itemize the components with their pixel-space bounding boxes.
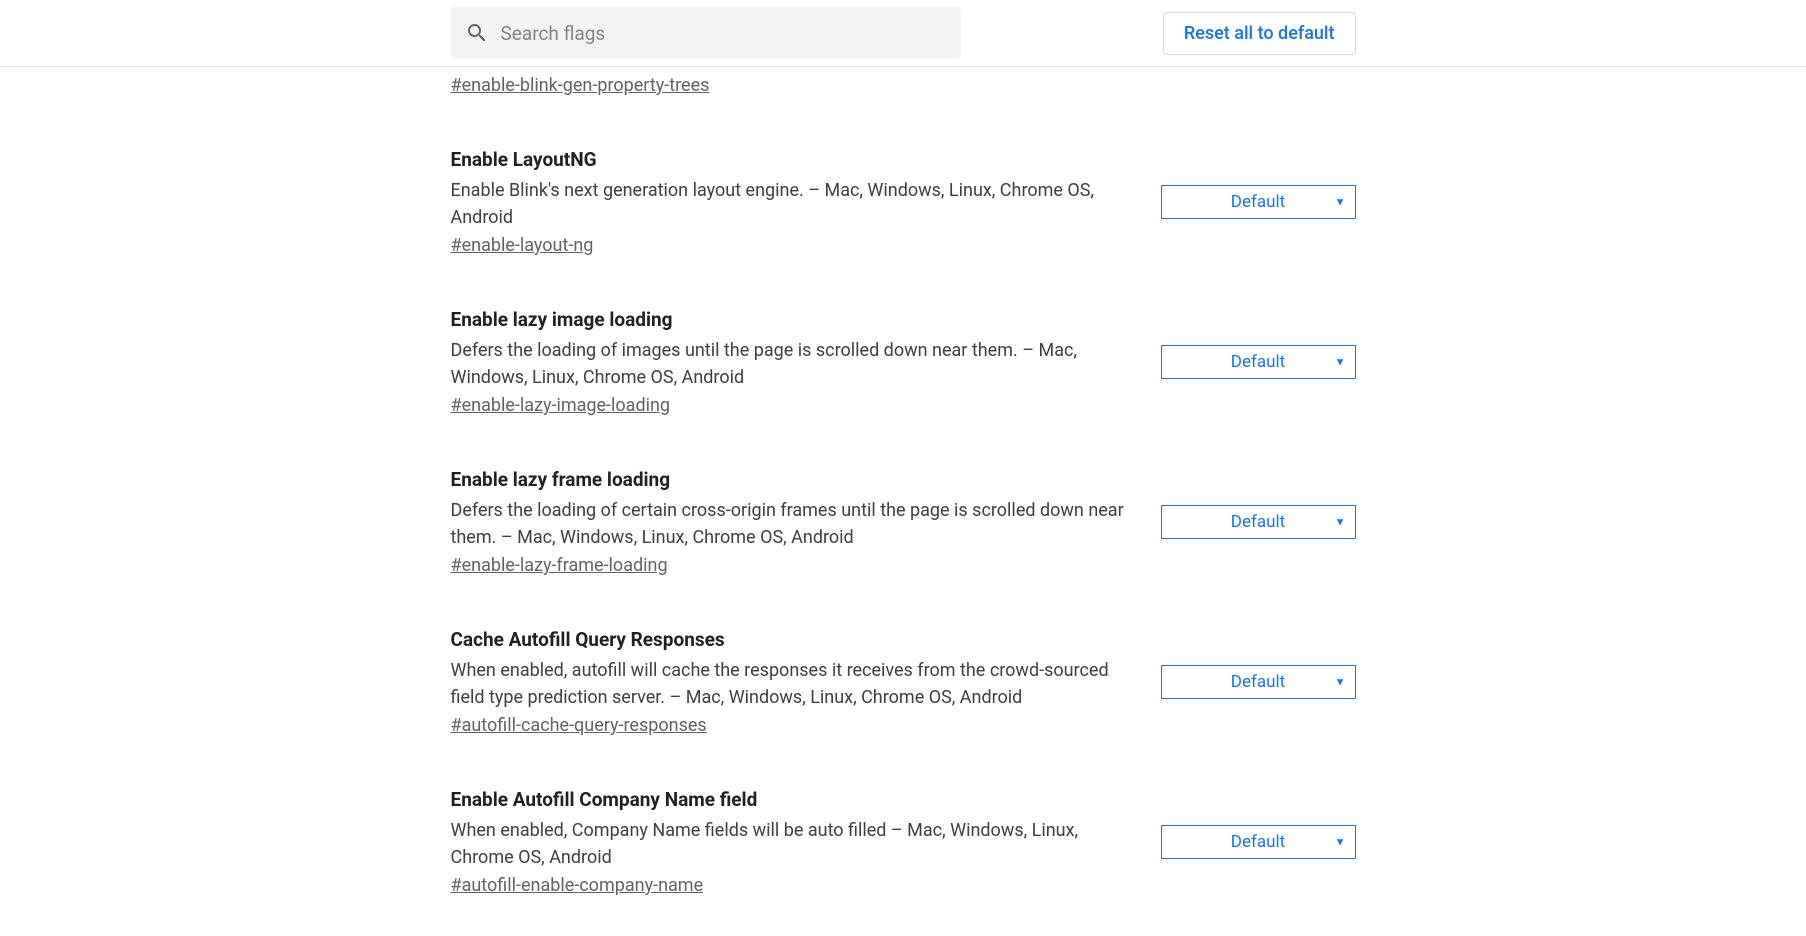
flag-select[interactable]: Default	[1161, 345, 1356, 379]
flag-item: Enable LayoutNG Enable Blink's next gene…	[451, 148, 1356, 256]
search-container[interactable]	[451, 7, 961, 59]
flag-item: Enable lazy frame loading Defers the loa…	[451, 468, 1356, 576]
flag-select-wrap: Default ▼	[1161, 185, 1356, 219]
flag-item: Cache Autofill Query Responses When enab…	[451, 628, 1356, 736]
flags-content: #enable-blink-gen-property-trees Enable …	[451, 67, 1356, 936]
flag-description: Enable Blink's next generation layout en…	[451, 177, 1141, 231]
flag-select[interactable]: Default	[1161, 825, 1356, 859]
flag-text: Enable lazy image loading Defers the loa…	[451, 308, 1141, 416]
flag-select[interactable]: Default	[1161, 505, 1356, 539]
flag-description: Defers the loading of certain cross-orig…	[451, 497, 1141, 551]
flag-text: Cache Autofill Query Responses When enab…	[451, 628, 1141, 736]
flag-description: When enabled, Company Name fields will b…	[451, 817, 1141, 871]
flag-item: Enable lazy image loading Defers the loa…	[451, 308, 1356, 416]
flag-title: Enable LayoutNG	[451, 148, 1141, 171]
flag-title: Cache Autofill Query Responses	[451, 628, 1141, 651]
flag-permalink[interactable]: #enable-lazy-image-loading	[451, 395, 671, 416]
flag-description: When enabled, autofill will cache the re…	[451, 657, 1141, 711]
flag-select-wrap: Default ▼	[1161, 345, 1356, 379]
flag-title: Enable Autofill Company Name field	[451, 788, 1141, 811]
flag-select-wrap: Default ▼	[1161, 665, 1356, 699]
flag-title: Enable lazy frame loading	[451, 468, 1141, 491]
flag-permalink[interactable]: #enable-layout-ng	[451, 235, 594, 256]
flag-item: Enable Autofill Company Name field When …	[451, 788, 1356, 896]
header: Reset all to default	[0, 0, 1806, 67]
flag-select[interactable]: Default	[1161, 185, 1356, 219]
search-icon	[465, 21, 489, 45]
flag-select[interactable]: Default	[1161, 665, 1356, 699]
flag-select-wrap: Default ▼	[1161, 825, 1356, 859]
reset-all-button[interactable]: Reset all to default	[1163, 12, 1356, 55]
flag-text: Enable Autofill Company Name field When …	[451, 788, 1141, 896]
flag-select-wrap: Default ▼	[1161, 505, 1356, 539]
flag-permalink[interactable]: #autofill-cache-query-responses	[451, 715, 707, 736]
flag-text: Enable LayoutNG Enable Blink's next gene…	[451, 148, 1141, 256]
header-inner: Reset all to default	[451, 0, 1356, 66]
flag-title: Enable lazy image loading	[451, 308, 1141, 331]
flag-description: Defers the loading of images until the p…	[451, 337, 1141, 391]
flag-permalink[interactable]: #autofill-enable-company-name	[451, 875, 704, 896]
flag-permalink[interactable]: #enable-lazy-frame-loading	[451, 555, 668, 576]
flag-text: Enable lazy frame loading Defers the loa…	[451, 468, 1141, 576]
search-input[interactable]	[489, 22, 947, 45]
flag-permalink[interactable]: #enable-blink-gen-property-trees	[451, 75, 710, 96]
